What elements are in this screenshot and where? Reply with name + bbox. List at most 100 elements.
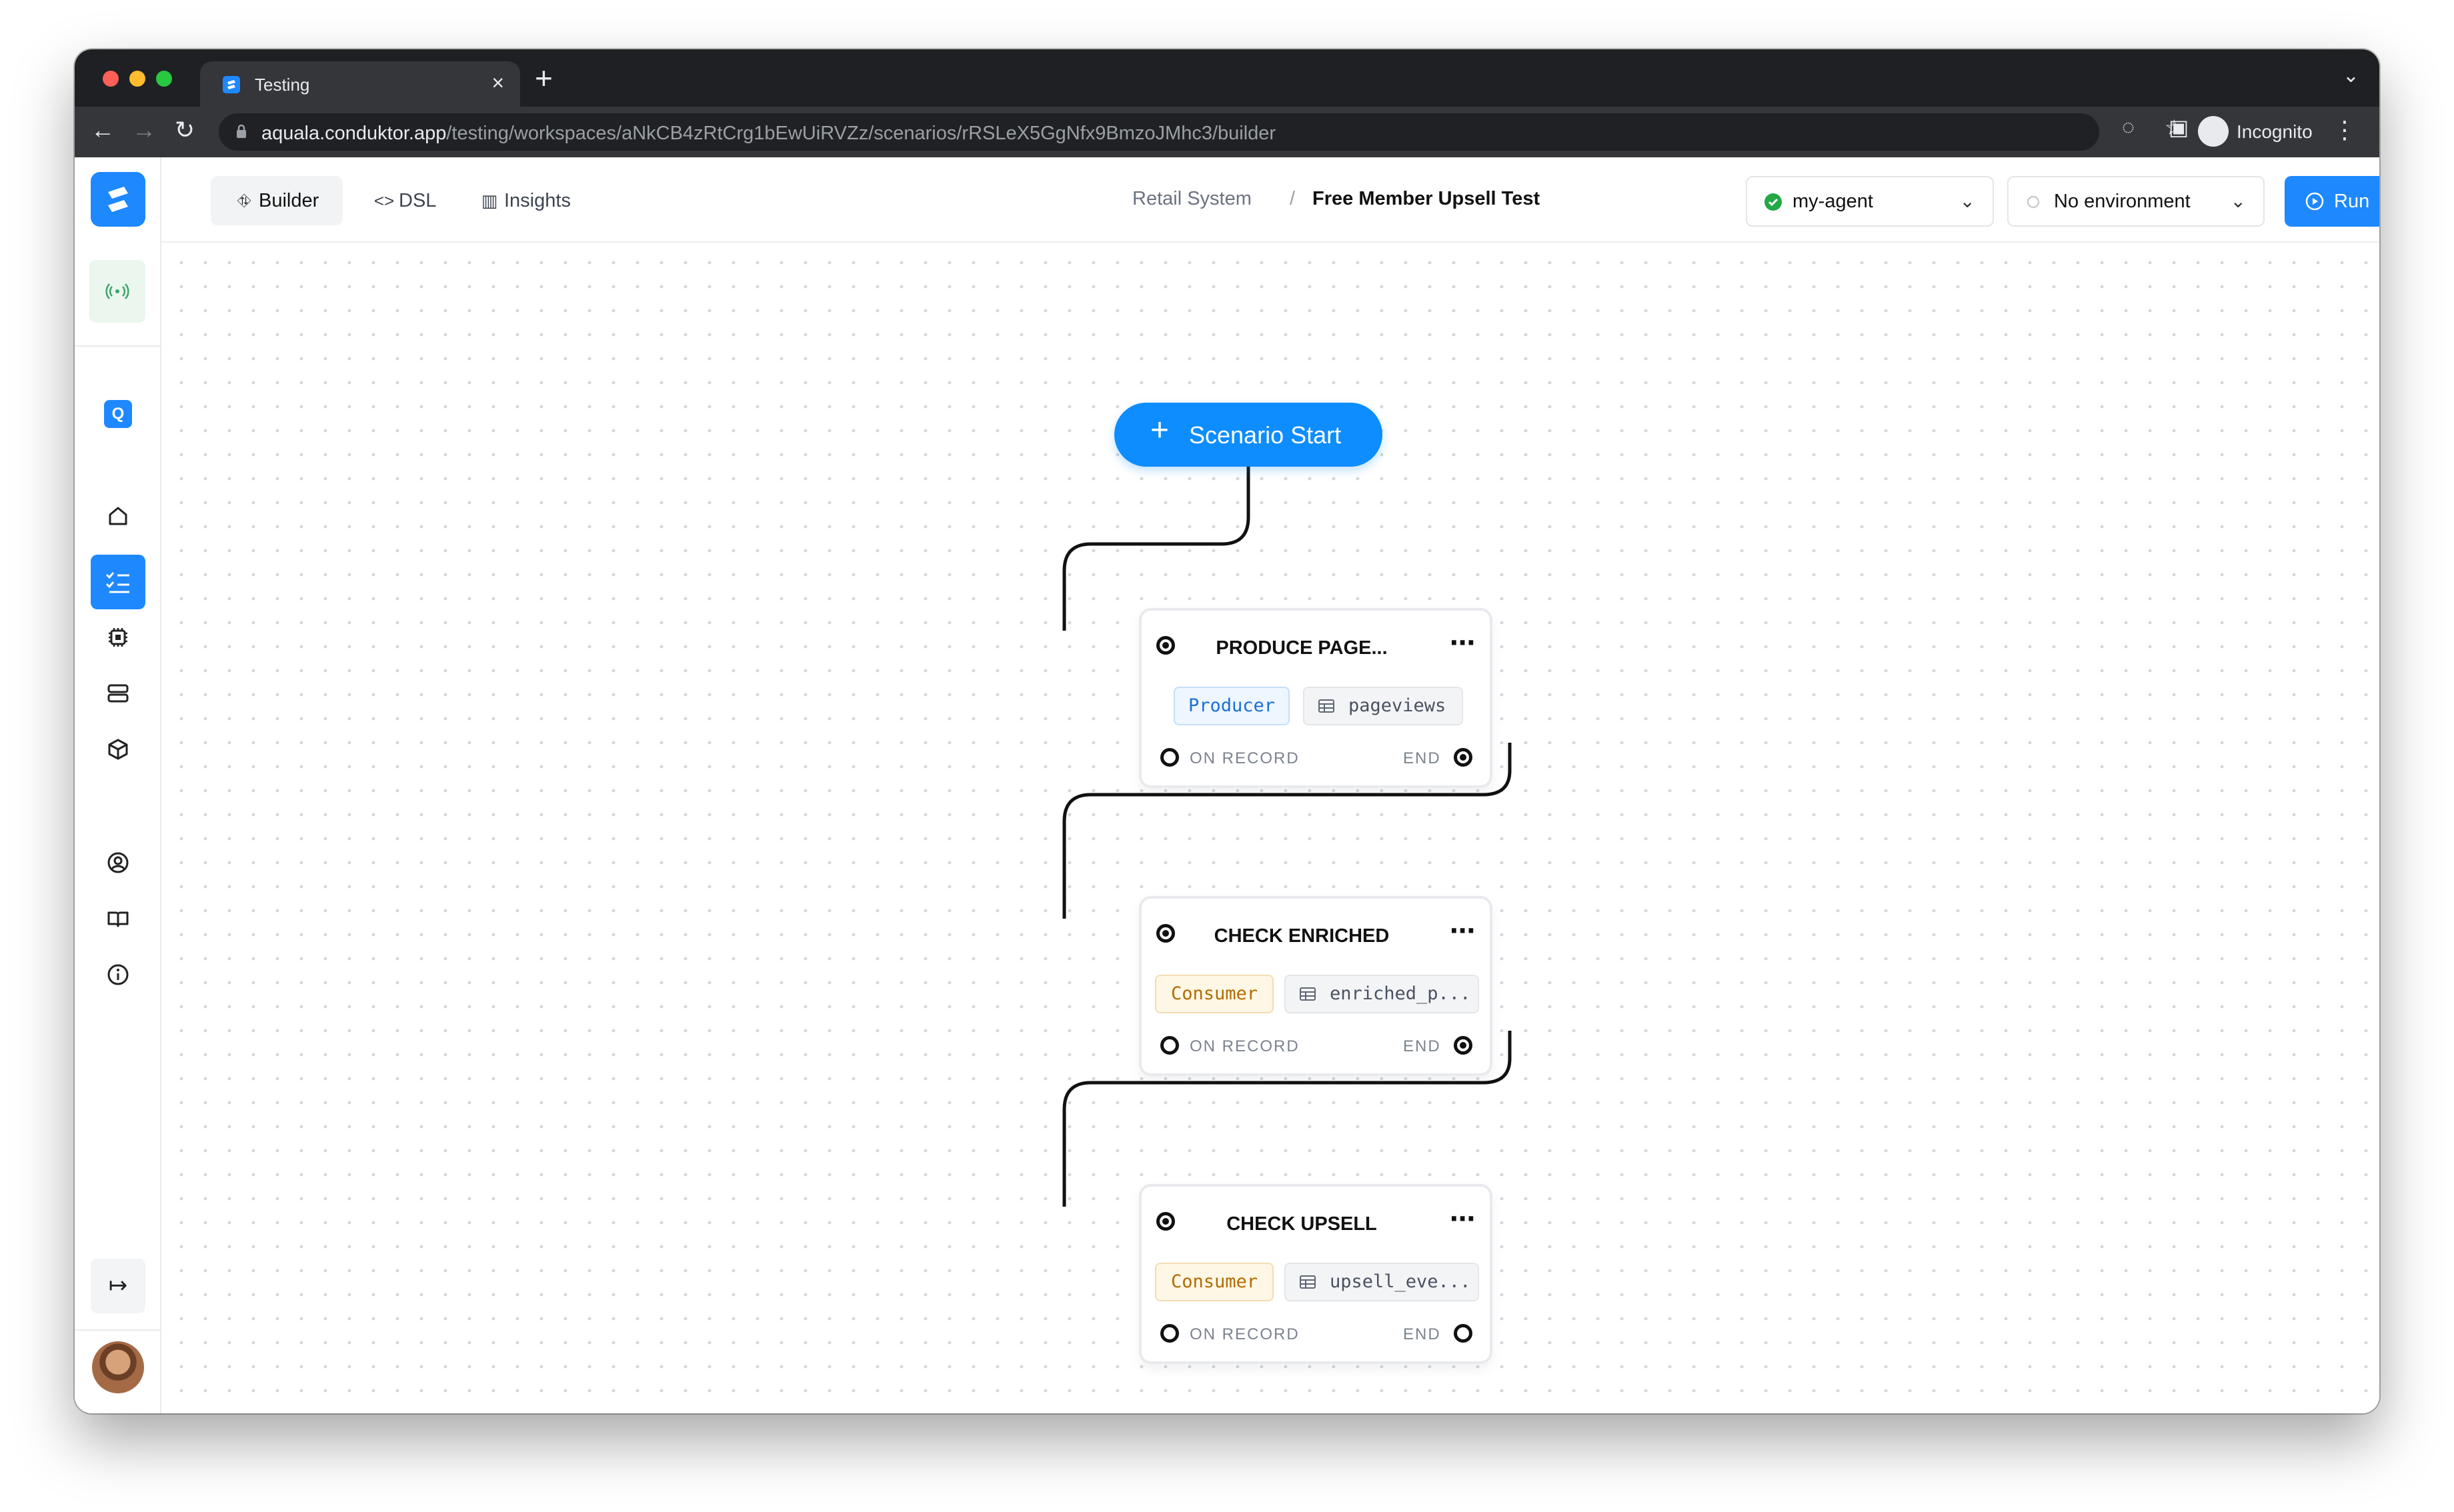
end-port[interactable]: [1454, 1324, 1472, 1343]
box-icon[interactable]: [102, 733, 134, 765]
minimize-window-button[interactable]: [129, 71, 145, 87]
table-icon: [1300, 1275, 1316, 1289]
sidebar-divider-bottom: [75, 1329, 161, 1331]
user-circle-icon[interactable]: [102, 847, 134, 879]
collapse-sidebar-button[interactable]: ↦: [91, 1259, 145, 1313]
new-tab-icon[interactable]: +: [535, 60, 553, 96]
agent-select-value: my-agent: [1792, 191, 1873, 212]
table-icon: [1318, 699, 1334, 713]
workflow-icon: ⛗: [237, 191, 251, 211]
run-button[interactable]: Run: [2285, 176, 2379, 227]
conduktor-favicon-icon: [223, 76, 240, 93]
tab-dsl[interactable]: <> DSL: [351, 176, 451, 225]
run-button-label: Run: [2334, 191, 2370, 212]
tab-dsl-label: DSL: [399, 190, 437, 211]
flow-node-check-enriched[interactable]: CHECK ENRICHED ⋯ Consumer enriched_p... …: [1139, 896, 1492, 1076]
forward-icon[interactable]: →: [132, 116, 156, 144]
sidebar: Q ↦: [75, 157, 161, 1413]
end-label: END: [1403, 1037, 1441, 1055]
connector-start-to-node-1: [1062, 467, 1250, 631]
incognito-icon[interactable]: [2198, 116, 2229, 147]
input-port[interactable]: [1156, 636, 1175, 655]
topic-tag: pageviews: [1303, 687, 1463, 725]
url-text: aquala.conduktor.app/testing/workspaces/…: [261, 123, 1276, 145]
app-container: Q ↦ ⛗ Builder <> DSL ▥ Insights Retail S…: [75, 157, 2379, 1413]
end-port[interactable]: [1454, 748, 1472, 767]
code-icon: <>: [373, 191, 395, 211]
end-label: END: [1403, 749, 1441, 767]
role-tag: Producer: [1174, 687, 1290, 725]
logo-mark: [108, 187, 128, 212]
tab-builder[interactable]: ⛗ Builder: [211, 176, 343, 225]
browser-tabstrip: Testing × + ⌄: [75, 49, 2379, 107]
url-path: /testing/workspaces/aNkCB4zRtCrg1bEwUiRV…: [446, 123, 1276, 144]
more-options-icon[interactable]: ⋯: [1450, 916, 1476, 946]
reload-icon[interactable]: ↻: [175, 116, 195, 144]
role-tag: Consumer: [1155, 975, 1274, 1013]
home-icon[interactable]: [102, 500, 134, 532]
browser-menu-icon[interactable]: ⋮: [2333, 116, 2357, 144]
node-title: CHECK ENRICHED: [1214, 925, 1390, 947]
plus-icon: +: [1150, 413, 1170, 448]
topic-tag: upsell_eve...: [1284, 1263, 1479, 1301]
tab-insights-label: Insights: [504, 190, 571, 211]
collapse-arrow-icon: ↦: [108, 1273, 128, 1298]
check-circle-icon: [1764, 193, 1782, 211]
lock-icon: [237, 124, 246, 138]
node-title: CHECK UPSELL: [1226, 1213, 1377, 1235]
node-title: PRODUCE PAGE...: [1216, 637, 1388, 659]
on-record-port[interactable]: [1160, 1036, 1179, 1055]
book-icon[interactable]: [102, 903, 134, 935]
builder-canvas[interactable]: + Scenario Start PRODUCE PAGE... ⋯ Produ…: [163, 244, 2379, 1413]
back-icon[interactable]: ←: [91, 116, 115, 144]
tab-insights[interactable]: ▥ Insights: [456, 176, 589, 225]
url-field[interactable]: aquala.conduktor.app/testing/workspaces/…: [219, 113, 2099, 151]
play-circle-icon: [2305, 192, 2324, 211]
browser-window: Testing × + ⌄ ← → ↻ aquala.conduktor.app…: [75, 49, 2379, 1413]
tab-search-chevron-icon[interactable]: ⌄: [2343, 64, 2359, 87]
breadcrumb-parent[interactable]: Retail System: [1132, 188, 1252, 210]
sidebar-item-testing[interactable]: [91, 555, 145, 609]
agent-select[interactable]: my-agent ⌄: [1746, 176, 1994, 227]
server-icon[interactable]: [102, 677, 134, 709]
input-port[interactable]: [1156, 924, 1175, 943]
maximize-window-button[interactable]: [156, 71, 172, 87]
q-badge[interactable]: Q: [104, 400, 132, 428]
conduktor-logo-icon[interactable]: [91, 172, 145, 227]
avatar[interactable]: [92, 1341, 144, 1393]
browser-tab[interactable]: Testing ×: [200, 61, 520, 107]
on-record-label: ON RECORD: [1190, 749, 1300, 767]
live-status-icon[interactable]: [89, 260, 145, 323]
chevron-down-icon: ⌄: [2230, 191, 2246, 211]
flow-node-check-upsell[interactable]: CHECK UPSELL ⋯ Consumer upsell_eve... ON…: [1139, 1184, 1492, 1364]
tab-close-icon[interactable]: ×: [491, 71, 504, 95]
on-record-label: ON RECORD: [1190, 1037, 1300, 1055]
url-host: aquala.conduktor.app: [261, 123, 447, 144]
eye-off-icon[interactable]: ◌: [2122, 115, 2135, 139]
topic-name: enriched_p...: [1330, 983, 1471, 1004]
scenario-start-button[interactable]: + Scenario Start: [1114, 403, 1382, 467]
chip-icon[interactable]: [102, 621, 134, 653]
close-window-button[interactable]: [103, 71, 119, 87]
tab-panel-icon[interactable]: ▣: [2169, 115, 2189, 140]
end-port[interactable]: [1454, 1036, 1472, 1055]
environment-select[interactable]: No environment ⌄: [2007, 176, 2265, 227]
on-record-port[interactable]: [1160, 748, 1179, 767]
on-record-port[interactable]: [1160, 1324, 1179, 1343]
more-options-icon[interactable]: ⋯: [1450, 628, 1476, 658]
empty-status-icon: [2027, 195, 2040, 209]
more-options-icon[interactable]: ⋯: [1450, 1204, 1476, 1234]
role-tag: Consumer: [1155, 1263, 1274, 1301]
info-icon[interactable]: [102, 959, 134, 991]
on-record-label: ON RECORD: [1190, 1325, 1300, 1343]
builder-toolbar: ⛗ Builder <> DSL ▥ Insights Retail Syste…: [161, 157, 2379, 243]
input-port[interactable]: [1156, 1212, 1175, 1231]
table-icon: [1300, 987, 1316, 1001]
topic-tag: enriched_p...: [1284, 975, 1479, 1013]
flow-node-produce[interactable]: PRODUCE PAGE... ⋯ Producer pageviews ON …: [1139, 608, 1492, 788]
chevron-down-icon: ⌄: [1959, 191, 1975, 211]
environment-select-value: No environment: [2054, 191, 2191, 212]
bar-chart-icon: ▥: [481, 191, 498, 211]
incognito-label: Incognito: [2237, 121, 2313, 142]
tab-title: Testing: [255, 75, 310, 95]
